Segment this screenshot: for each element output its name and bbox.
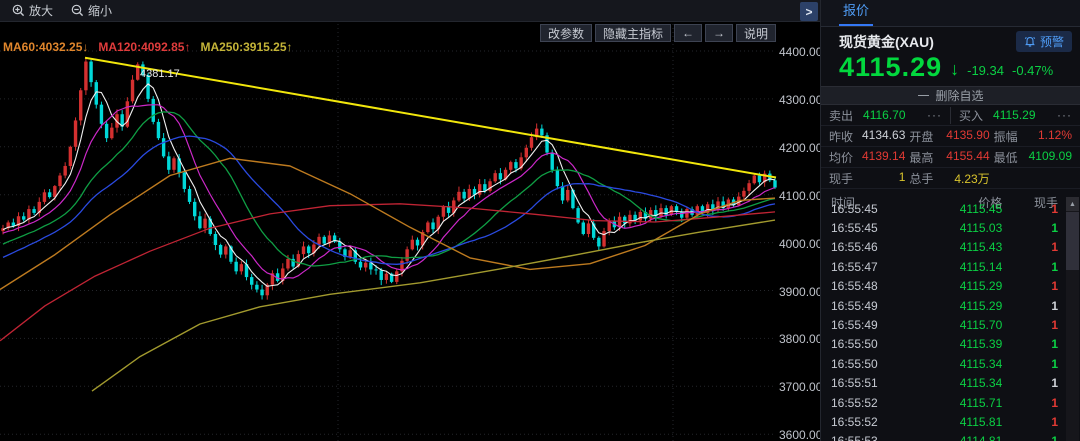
buy-label: 买入 [959,108,984,123]
sell-quote: 卖出 4116.70 ··· [821,106,951,124]
alert-button[interactable]: 预警 [1015,31,1072,52]
trade-row: 16:55:50 4115.34 1 [831,356,1058,371]
sell-price: 4116.70 [863,108,906,122]
trades-scrollbar: ▲ [1066,197,1079,441]
trade-row: 16:55:48 4115.29 1 [831,279,1058,294]
trade-row: 16:55:46 4115.43 1 [831,240,1058,255]
price-row: 4115.29 ↓ -19.34 -0.47% [821,52,1080,82]
tab-quote[interactable]: 报价 [839,0,874,26]
next-button[interactable]: → [704,24,733,42]
trade-row: 16:55:47 4115.14 1 [831,259,1058,274]
candlestick-chart[interactable] [0,0,820,441]
stat-row: 均价 4139.14 最高 4155.44 最低 4109.09 [821,147,1080,168]
trade-row: 16:55:45 4115.45 1 [831,201,1058,216]
sell-label: 卖出 [829,108,854,123]
trade-row: 16:55:52 4115.71 1 [831,395,1058,410]
scroll-up-button[interactable]: ▲ [1066,197,1079,211]
price-change: -19.34 [967,63,1004,78]
sell-more-button[interactable]: ··· [927,108,942,122]
stat-cell: 最高 4155.44 [909,148,990,165]
instrument-name: 现货黄金(XAU) [839,33,934,50]
trade-row: 16:55:49 4115.70 1 [831,318,1058,333]
price-down-arrow-icon: ↓ [950,59,960,79]
minus-icon: 一 [917,89,930,103]
trade-row: 16:55:52 4115.81 1 [831,414,1058,429]
trade-row: 16:55:534114.811 [821,432,1066,441]
ma-indicator-row: MA60:4032.25↓ MA120:4092.85↑ MA250:3915.25… [3,40,293,54]
trade-row: 16:55:45 4115.03 1 [831,221,1058,236]
alert-label: 预警 [1039,35,1064,49]
quote-tabbar: 报价 [821,0,1080,27]
remove-watchlist-button[interactable]: 一 删除自选 [821,86,1080,105]
stat-cell: 现手 1 [829,169,906,186]
stat-row: 昨收 4134.63 开盘 4135.90 振幅 1.12% [821,126,1080,147]
trade-row: 16:55:49 4115.29 1 [831,298,1058,313]
ma-indicator-label-2: MA250:3915.25↑ [200,40,293,54]
instrument-row: 现货黄金(XAU) 预警 [821,31,1080,52]
stat-cell: 开盘 4135.90 [909,127,990,144]
quote-stats: 昨收 4134.63 开盘 4135.90 振幅 1.12% 均价 4139.14 最高 4155… [821,126,1080,189]
chart-toolbar: 改参数 隐藏主指标 ← → 说明 [539,24,776,42]
stat-cell: 昨收 4134.63 [829,127,906,144]
alarm-bell-icon [1024,36,1036,47]
quote-panel: 报价 现货黄金(XAU) 预警 4115.29 ↓ -19.34 -0.47% … [820,0,1080,441]
ma-indicator-label-1: MA120:4092.85↑ [98,40,191,54]
ma-indicator-label-0: MA60:4032.25↓ [3,40,89,54]
remove-watchlist-label: 删除自选 [935,89,984,103]
buy-price: 4115.29 [993,108,1036,122]
bid-ask-row: 卖出 4116.70 ··· 买入 4115.29 ··· [821,105,1080,126]
scrollbar-thumb[interactable] [1066,212,1079,270]
change-params-button[interactable]: 改参数 [539,24,592,42]
trade-row: 16:55:51 4115.34 1 [831,376,1058,391]
stat-cell: 振幅 1.12% [993,127,1072,144]
trading-app: 放大 缩小 > 改参数 隐藏主指标 ← → 说明 MA60:4032.25↓ MA120:… [0,0,1080,441]
help-button[interactable]: 说明 [735,24,776,42]
buy-more-button[interactable]: ··· [1057,108,1072,122]
chart-section: 放大 缩小 > 改参数 隐藏主指标 ← → 说明 MA60:4032.25↓ MA120:… [0,0,822,441]
stat-row: 现手 1 总手 4.23万 [821,168,1080,189]
hide-main-indicator-button[interactable]: 隐藏主指标 [594,24,671,42]
price-change-percent: -0.47% [1011,63,1054,78]
last-price: 4115.29 [839,52,943,82]
trades-list: 16:55:45 4115.45 1 16:55:45 4115.03 1 16:55:46… [821,199,1066,441]
stat-cell: 最低 4109.09 [993,148,1072,165]
trade-row: 16:55:50 4115.39 1 [831,337,1058,352]
stat-cell: 均价 4139.14 [829,148,906,165]
buy-quote: 买入 4115.29 ··· [951,107,1080,124]
stat-cell: 总手 4.23万 [909,171,990,186]
peak-price-annotation: 4381.17 [140,68,180,80]
prev-button[interactable]: ← [673,24,702,42]
